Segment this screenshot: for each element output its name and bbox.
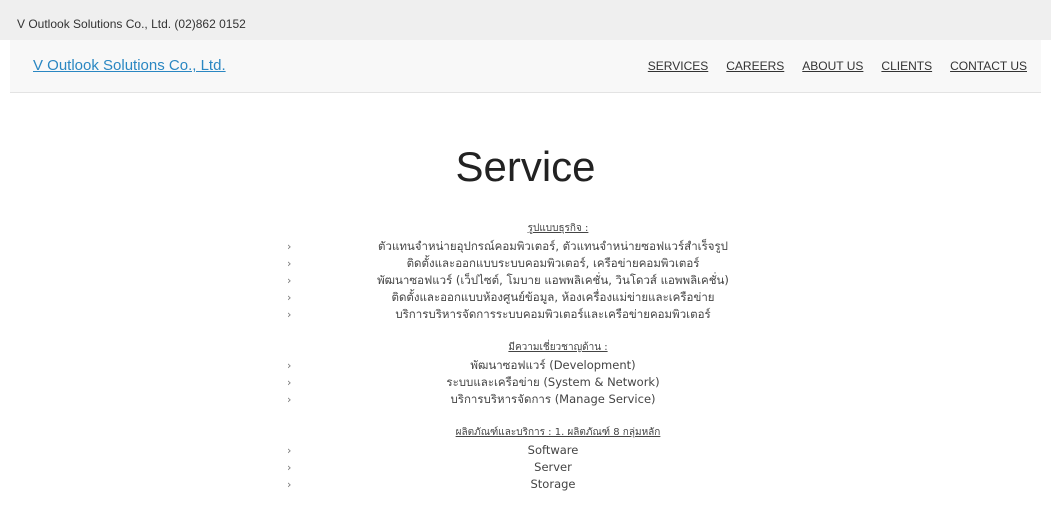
chevron-right-icon: › [287, 444, 292, 457]
products-section: ผลิตภัณฑ์และบริการ : 1. ผลิตภัณฑ์ 8 กลุ่… [0, 424, 1051, 493]
chevron-right-icon: › [287, 461, 292, 474]
section-heading: ผลิตภัณฑ์และบริการ : 1. ผลิตภัณฑ์ 8 กลุ่… [455, 427, 661, 438]
list-item-text: ตัวแทนจำหน่ายอุปกรณ์คอมพิวเตอร์, ตัวแทนจ… [378, 239, 728, 253]
list-item: › บริการบริหารจัดการ (Manage Service) [0, 391, 1051, 408]
nav-link-about-us[interactable]: ABOUT US [802, 59, 863, 73]
list-item-text: ระบบและเครือข่าย (System & Network) [446, 375, 660, 389]
chevron-right-icon: › [287, 240, 292, 253]
nav-link-clients[interactable]: CLIENTS [881, 59, 932, 73]
main-navbar: V Outlook Solutions Co., Ltd. SERVICES C… [10, 40, 1041, 93]
nav-links: SERVICES CAREERS ABOUT US CLIENTS CONTAC… [648, 59, 1027, 73]
chevron-right-icon: › [287, 376, 292, 389]
list-item-text: พัฒนาซอฟแวร์ (เว็ปไซต์, โมบาย แอพพลิเคชั… [377, 273, 729, 287]
list-item-text: บริการบริหารจัดการระบบคอมพิวเตอร์และเครื… [395, 307, 711, 321]
list-item: › ตัวแทนจำหน่ายอุปกรณ์คอมพิวเตอร์, ตัวแท… [0, 238, 1051, 255]
list-item: › ติดตั้งและออกแบบระบบคอมพิวเตอร์, เครือ… [0, 255, 1051, 272]
brand-link[interactable]: V Outlook Solutions Co., Ltd. [33, 57, 226, 74]
company-phone-text: V Outlook Solutions Co., Ltd. (02)862 01… [17, 17, 246, 31]
list-item: › บริการบริหารจัดการระบบคอมพิวเตอร์และเค… [0, 306, 1051, 323]
list-item: › ติดตั้งและออกแบบห้องศูนย์ข้อมูล, ห้องเ… [0, 289, 1051, 306]
list-item: › Server [0, 459, 1051, 476]
list-item-text: Server [534, 460, 572, 474]
list-item-text: ติดตั้งและออกแบบระบบคอมพิวเตอร์, เครือข่… [406, 256, 700, 270]
chevron-right-icon: › [287, 393, 292, 406]
top-contact-bar: V Outlook Solutions Co., Ltd. (02)862 01… [0, 0, 1051, 40]
chevron-right-icon: › [287, 274, 292, 287]
list-item-text: บริการบริหารจัดการ (Manage Service) [450, 392, 656, 406]
list-item-text: พัฒนาซอฟแวร์ (Development) [470, 358, 636, 372]
list-item: › Software [0, 442, 1051, 459]
service-content: รูปแบบธุรกิจ : › ตัวแทนจำหน่ายอุปกรณ์คอม… [0, 220, 1051, 493]
nav-link-contact-us[interactable]: CONTACT US [950, 59, 1027, 73]
nav-link-services[interactable]: SERVICES [648, 59, 708, 73]
list-item-text: ติดตั้งและออกแบบห้องศูนย์ข้อมูล, ห้องเคร… [391, 290, 715, 304]
list-item: › พัฒนาซอฟแวร์ (เว็ปไซต์, โมบาย แอพพลิเค… [0, 272, 1051, 289]
section-heading: รูปแบบธุรกิจ : [527, 223, 589, 234]
page-title: Service [455, 143, 596, 190]
list-item: › ระบบและเครือข่าย (System & Network) [0, 374, 1051, 391]
chevron-right-icon: › [287, 291, 292, 304]
list-item-text: Storage [530, 477, 576, 491]
chevron-right-icon: › [287, 478, 292, 491]
expertise-section: มีความเชี่ยวชาญด้าน : › พัฒนาซอฟแวร์ (De… [0, 339, 1051, 408]
chevron-right-icon: › [287, 257, 292, 270]
list-item: › พัฒนาซอฟแวร์ (Development) [0, 357, 1051, 374]
section-heading: มีความเชี่ยวชาญด้าน : [508, 342, 608, 353]
chevron-right-icon: › [287, 308, 292, 321]
list-item: › Storage [0, 476, 1051, 493]
business-model-section: รูปแบบธุรกิจ : › ตัวแทนจำหน่ายอุปกรณ์คอม… [0, 220, 1051, 323]
list-item-text: Software [527, 443, 579, 457]
chevron-right-icon: › [287, 359, 292, 372]
nav-link-careers[interactable]: CAREERS [726, 59, 784, 73]
